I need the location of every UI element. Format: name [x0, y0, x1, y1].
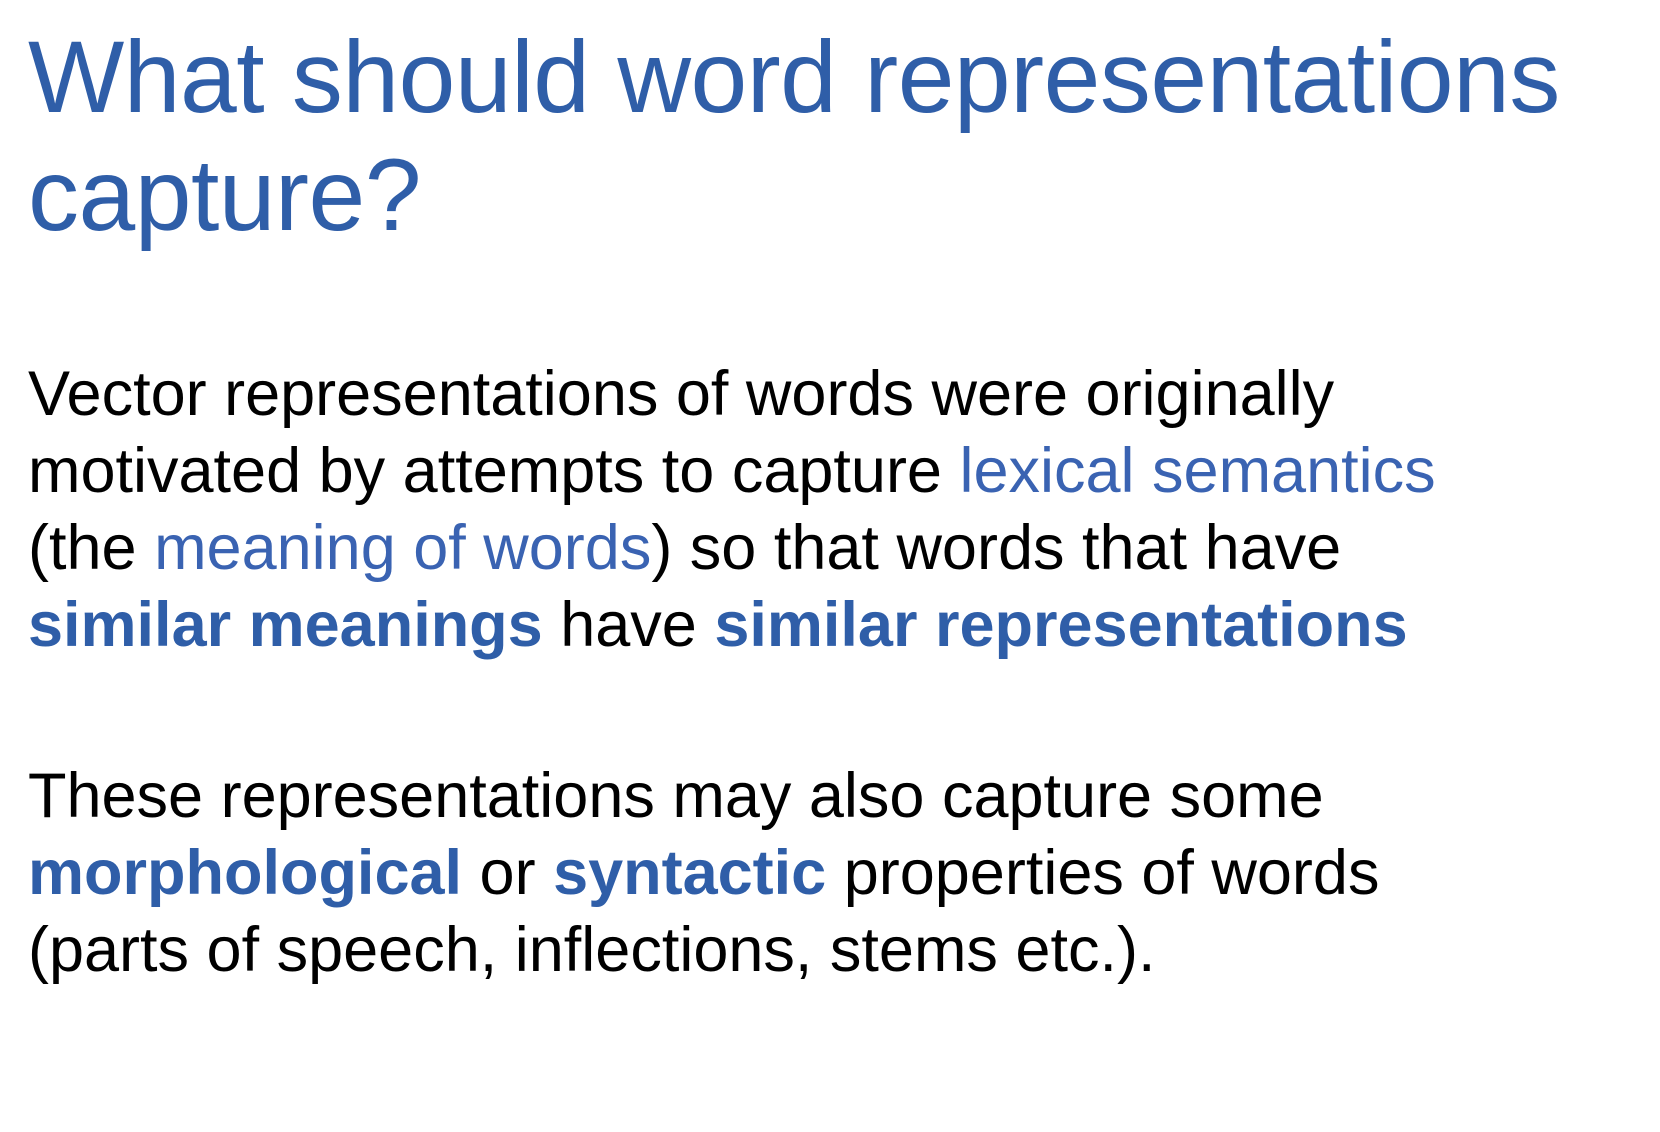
paragraph1-line1-text: Vector representations of words were ori… — [28, 359, 1335, 429]
paragraph1-line4: similar meanings have similar representa… — [28, 587, 1628, 664]
bold-similar-representations: similar representations — [714, 590, 1408, 660]
paragraph1-line4-middle: have — [542, 590, 715, 660]
paragraph1-line3-open: (the — [28, 513, 155, 583]
paragraph1-line1: Vector representations of words were ori… — [28, 356, 1628, 433]
bold-similar-meanings: similar meanings — [28, 590, 543, 660]
slide: What should word representations capture… — [0, 0, 1660, 1132]
slide-title: What should word representations capture… — [28, 20, 1560, 252]
paragraph-lexical-semantics: Vector representations of words were ori… — [28, 356, 1628, 664]
bold-syntactic: syntactic — [553, 838, 827, 908]
paragraph2-line1-text: These representations may also capture s… — [28, 761, 1324, 831]
paragraph2-line1: These representations may also capture s… — [28, 758, 1628, 835]
paragraph1-line3: (the meaning of words) so that words tha… — [28, 510, 1628, 587]
paragraph1-line3-rest: ) so that words that have — [651, 513, 1342, 583]
paragraph2-line2-rest: properties of words — [826, 838, 1380, 908]
paragraph-morphology-syntax: These representations may also capture s… — [28, 758, 1628, 989]
bold-morphological: morphological — [28, 838, 463, 908]
highlight-meaning-of-words: meaning of words — [154, 513, 652, 583]
paragraph2-line2-middle: or — [462, 838, 554, 908]
paragraph1-line2-text: motivated by attempts to capture — [28, 436, 960, 506]
paragraph1-line2: motivated by attempts to capture lexical… — [28, 433, 1628, 510]
paragraph2-line3-text: (parts of speech, inflections, stems etc… — [28, 915, 1156, 985]
highlight-lexical-semantics: lexical semantics — [959, 436, 1436, 506]
paragraph2-line3: (parts of speech, inflections, stems etc… — [28, 912, 1628, 989]
paragraph2-line2: morphological or syntactic properties of… — [28, 835, 1628, 912]
